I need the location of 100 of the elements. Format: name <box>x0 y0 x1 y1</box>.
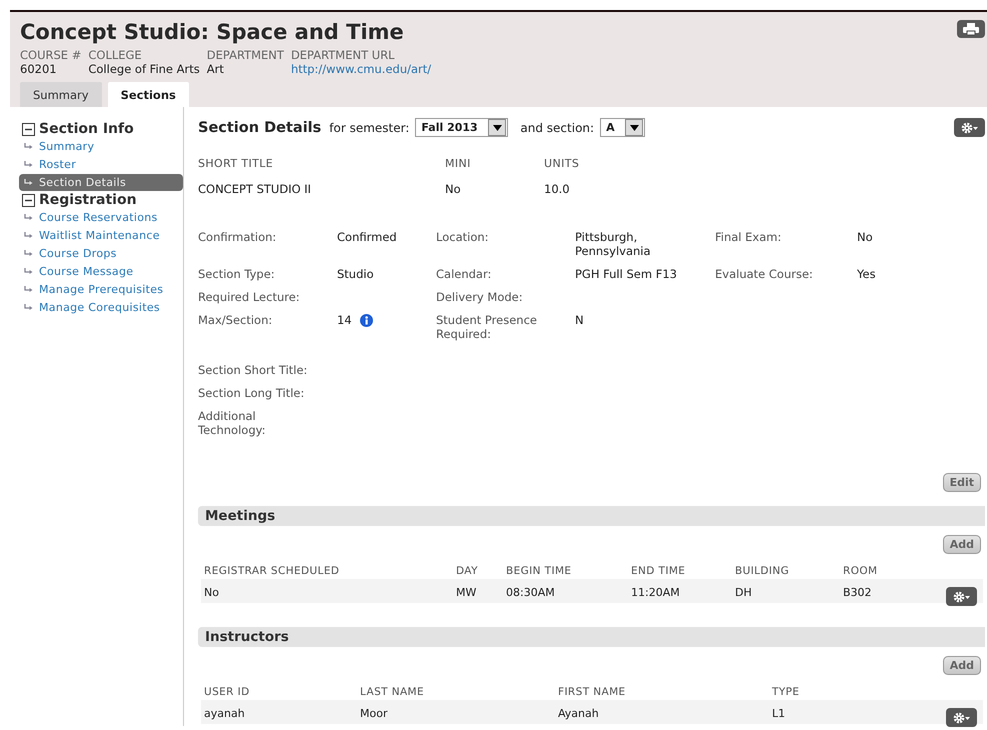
column-header: SHORT TITLE <box>198 157 274 170</box>
table-cell-text: MW <box>455 586 478 599</box>
table-cell-text: L1 <box>771 707 786 720</box>
gear-icon <box>952 712 970 724</box>
row-settings-button[interactable] <box>946 587 977 606</box>
sidebar-item[interactable]: Roster <box>19 156 183 173</box>
return-arrow-icon <box>24 232 33 239</box>
return-arrow-icon <box>24 250 33 257</box>
field-label: Calendar: <box>436 267 492 281</box>
column-header: DAY <box>455 564 479 576</box>
table-cell-text: ayanah <box>203 707 246 720</box>
field-label: DEPARTMENT <box>206 48 284 62</box>
section-header: Instructors <box>198 627 985 647</box>
sidebar-item[interactable]: Manage Prerequisites <box>19 281 183 298</box>
collapse-icon[interactable] <box>22 122 35 136</box>
group-title: Registration <box>39 192 137 208</box>
field-value: 10.0 <box>544 182 571 196</box>
field-value: PGH Full Sem F13 <box>575 267 677 281</box>
field-value: Pittsburgh, Pennsylvania <box>575 230 652 258</box>
department-link[interactable]: http://www.cmu.edu/art/ <box>290 62 432 76</box>
field-value: Yes <box>857 267 876 281</box>
field-label: COURSE # <box>20 48 82 62</box>
dropdown-arrow-icon <box>492 124 502 130</box>
field-value: 60201 <box>20 62 58 76</box>
column-header: TYPE <box>771 686 800 698</box>
print-button[interactable] <box>957 20 985 38</box>
section-header: Meetings <box>198 506 985 526</box>
section-title: Section Details <box>198 120 322 136</box>
field-label: Final Exam: <box>715 230 782 244</box>
sidebar-item[interactable]: Course Message <box>19 263 183 280</box>
field-label: Evaluate Course: <box>715 267 814 281</box>
add-button[interactable]: Add <box>942 535 981 554</box>
return-arrow-icon <box>24 286 33 293</box>
column-header: UNITS <box>544 157 580 170</box>
printer-icon <box>963 23 979 35</box>
sidebar-item[interactable]: Course Reservations <box>19 209 183 226</box>
field-label: Section Short Title: <box>198 363 308 377</box>
section-dropdown[interactable]: A <box>600 118 646 137</box>
table-cell-text: B302 <box>842 586 873 599</box>
column-header: END TIME <box>630 564 686 576</box>
semester-label: for semester: <box>329 120 410 134</box>
return-arrow-icon <box>24 179 33 186</box>
table-cell-text: No <box>203 586 220 599</box>
sidebar-item[interactable]: Summary <box>19 138 183 155</box>
field-value: Studio <box>337 267 374 281</box>
field-label: COLLEGE <box>88 48 143 62</box>
row-settings-button[interactable] <box>946 708 977 727</box>
table-cell-text: 08:30AM <box>505 586 556 599</box>
field-label: Location: <box>436 230 490 244</box>
tab[interactable]: Summary <box>20 82 102 107</box>
field-value: Art <box>206 62 225 76</box>
collapse-icon[interactable] <box>22 194 35 206</box>
column-header: BUILDING <box>734 564 790 576</box>
return-arrow-icon <box>24 268 33 275</box>
course-title: Concept Studio: Space and Time <box>20 20 404 44</box>
add-button[interactable]: Add <box>942 656 981 675</box>
field-label: Student Presence Required: <box>436 313 538 341</box>
field-value: CONCEPT STUDIO II <box>198 182 312 196</box>
edit-button[interactable]: Edit <box>942 473 981 492</box>
field-value: No <box>445 182 462 196</box>
return-arrow-icon <box>24 143 33 150</box>
column-header: FIRST NAME <box>557 686 627 698</box>
semester-dropdown[interactable]: Fall 2013 <box>415 118 508 137</box>
field-label: Delivery Mode: <box>436 290 524 304</box>
field-label: Confirmation: <box>198 230 278 244</box>
table-cell-text: Moor <box>359 707 388 720</box>
column-header: MINI <box>445 157 472 170</box>
group-title: Section Info <box>39 121 134 137</box>
field-value: College of Fine Arts <box>88 62 200 76</box>
return-arrow-icon <box>24 304 33 311</box>
return-arrow-icon <box>24 214 33 221</box>
field-value: N <box>575 313 584 327</box>
sidebar-item[interactable]: Section Details <box>19 174 183 191</box>
field-label: Section Long Title: <box>198 386 306 400</box>
column-header: REGISTRAR SCHEDULED <box>203 564 340 576</box>
settings-button[interactable] <box>954 118 985 137</box>
gear-icon <box>960 122 978 134</box>
section-label: and section: <box>520 120 594 134</box>
table-cell-text: Ayanah <box>557 707 600 720</box>
field-label: Required Lecture: <box>198 290 301 304</box>
column-header: ROOM <box>842 564 878 576</box>
column-header: USER ID <box>203 686 251 698</box>
table-cell-text: 11:20AM <box>630 586 681 599</box>
column-header: LAST NAME <box>359 686 426 698</box>
tab[interactable]: Sections <box>108 82 189 107</box>
field-value: 14 <box>337 313 352 327</box>
gear-icon <box>952 590 970 602</box>
field-label: Additional Technology: <box>198 409 266 437</box>
sidebar-item[interactable]: Course Drops <box>19 245 183 262</box>
table-cell-text: DH <box>734 586 753 599</box>
dropdown-arrow-icon <box>630 124 639 130</box>
sidebar-item[interactable]: Manage Corequisites <box>19 299 183 316</box>
field-label: DEPARTMENT URL <box>290 48 396 62</box>
field-label: Section Type: <box>198 267 276 281</box>
return-arrow-icon <box>24 161 33 168</box>
field-value: Confirmed <box>337 230 397 244</box>
column-header: BEGIN TIME <box>505 564 572 576</box>
sidebar-item[interactable]: Waitlist Maintenance <box>19 227 183 244</box>
field-value: No <box>857 230 873 244</box>
field-label: Max/Section: <box>198 313 274 327</box>
